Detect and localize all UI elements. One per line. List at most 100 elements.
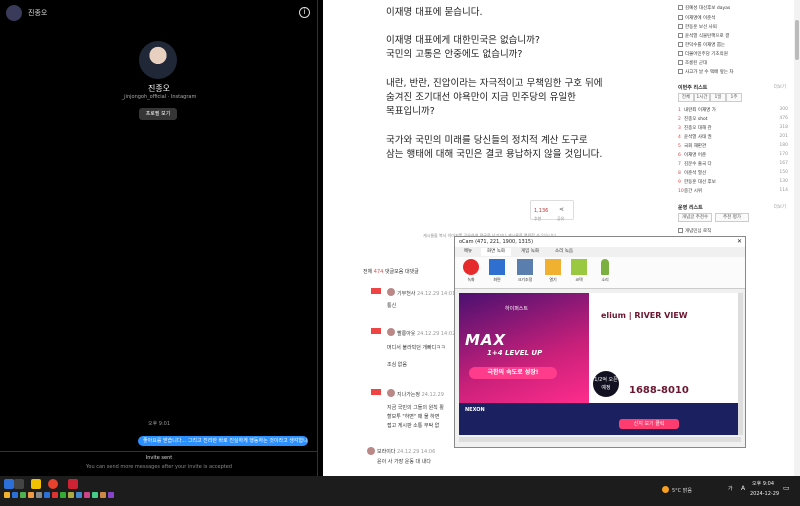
ops-tab-votes[interactable]: 개념글 추천수 <box>678 213 712 222</box>
checkbox-icon[interactable] <box>678 51 683 56</box>
app-icon-11[interactable] <box>92 492 98 498</box>
sidebar-item[interactable]: 한덕수를 이재명 뽑는 <box>678 42 778 49</box>
sound-button[interactable]: 소리 <box>593 259 617 287</box>
rank-item[interactable]: 7 김문수 출국 다 167 <box>678 161 788 168</box>
ops-more-link[interactable]: 더보기 <box>774 204 786 210</box>
sidebar-item[interactable]: 한동훈 보선 사퇴 <box>678 24 778 31</box>
chrome-icon[interactable] <box>48 479 58 489</box>
info-icon[interactable]: i <box>299 7 310 18</box>
avatar[interactable] <box>139 41 177 79</box>
ad-realestate-panel[interactable]: elium | RIVER VIEW 1/2억 오픈 예정 1688-8010 <box>589 293 741 403</box>
sidebar-item[interactable]: 더불어민주당 기초의원 <box>678 51 778 58</box>
ops-tab-rating[interactable]: 추천 평가 <box>715 213 749 222</box>
ops-item[interactable]: 개념민심 로직 <box>678 228 778 235</box>
dm-username[interactable]: 진종오 <box>28 8 47 18</box>
rank-more-link[interactable]: 더보기 <box>774 84 786 90</box>
weather-widget[interactable]: 5°C 맑음 <box>662 486 692 494</box>
rank-item[interactable]: 5 국회 재판관 180 <box>678 143 788 150</box>
avatar-small[interactable] <box>6 5 22 21</box>
comment-author[interactable]: 지나가는정 24.12.29 <box>397 391 444 398</box>
tab-1h[interactable]: 1시간 <box>694 93 710 102</box>
checkbox-icon[interactable] <box>678 33 683 38</box>
clock-date[interactable]: 2024-12-29 <box>750 491 779 497</box>
folder-icon[interactable] <box>4 492 10 498</box>
rank-item[interactable]: 10중간 시위 114 <box>678 188 788 195</box>
comment-name[interactable]: 보라이다 <box>377 449 395 455</box>
codec-button[interactable]: 코덱 <box>567 259 591 287</box>
clock-time[interactable]: 오후 9:04 <box>752 480 774 487</box>
app-icon-7[interactable] <box>60 492 66 498</box>
edge-icon[interactable] <box>12 492 18 498</box>
sidebar-item[interactable]: 조롱된 군대 <box>678 60 778 67</box>
sidebar-item[interactable]: 이재명에 이준석 <box>678 15 778 22</box>
app-icon-9[interactable] <box>76 492 82 498</box>
ad-banner[interactable]: 하이퍼스트 MAX 1+4 LEVEL UP 극한의 속도로 성장! elium… <box>459 293 741 435</box>
rank-item[interactable]: 9 한동훈 대선 후보 130 <box>678 179 788 186</box>
ad-speed-button[interactable]: 극한의 속도로 성장! <box>469 367 557 379</box>
share-label[interactable]: 공유 <box>557 212 564 226</box>
app-icon-4[interactable] <box>36 492 42 498</box>
app-icon-10[interactable] <box>84 492 90 498</box>
app-icon-8[interactable] <box>68 492 74 498</box>
open-button[interactable]: 열기 <box>541 259 565 287</box>
menu-main[interactable]: 메뉴 <box>459 248 477 256</box>
like-label[interactable]: 추천 <box>534 212 541 226</box>
app-icon-3[interactable] <box>28 492 34 498</box>
start-icon[interactable] <box>4 479 14 489</box>
commenter-avatar[interactable] <box>367 447 375 455</box>
close-icon[interactable]: ✕ <box>737 237 742 247</box>
ad-cta-button[interactable]: 신지 보기 클릭 <box>619 419 679 429</box>
checkbox-icon[interactable] <box>678 24 683 29</box>
rank-item[interactable]: 6 이재명 어준 170 <box>678 152 788 159</box>
sidebar-item[interactable]: 윤석열 식물탄핵으로 결 <box>678 33 778 40</box>
checkbox-icon[interactable] <box>678 69 683 74</box>
commenter-avatar[interactable] <box>387 389 395 397</box>
ad-game-panel[interactable]: 하이퍼스트 MAX 1+4 LEVEL UP 극한의 속도로 성장! <box>459 293 589 403</box>
rank-item[interactable]: 8 이준석 열선 150 <box>678 170 788 177</box>
tab-replies[interactable]: 대댓글 <box>405 269 419 275</box>
app-icon-12[interactable] <box>100 492 106 498</box>
tab-1w[interactable]: 1주 <box>726 93 742 102</box>
app-icon-5[interactable] <box>44 492 50 498</box>
comment-name[interactable]: 빨릉아웃 <box>397 331 415 337</box>
commenter-avatar[interactable] <box>387 288 395 296</box>
tab-1d[interactable]: 1일 <box>710 93 726 102</box>
app-icon[interactable] <box>68 479 78 489</box>
commenter-avatar[interactable] <box>387 328 395 336</box>
checkbox-icon[interactable] <box>678 228 683 233</box>
comment-author[interactable]: 기부천사 24.12.29 14:01 <box>397 290 455 297</box>
rank-item[interactable]: 1 내란죄 이재명 가 300 <box>678 107 788 114</box>
tab-game-record[interactable]: 게임 녹화 <box>515 248 545 256</box>
notification-icon[interactable]: ▭ <box>783 484 790 492</box>
tab-screen-record[interactable]: 화면 녹화 <box>481 248 511 256</box>
rank-item[interactable]: 4 윤석열 사태 권 201 <box>678 134 788 141</box>
sent-message-bubble[interactable]: 좋아요를 받습니다... 그리고 진리란 바로 진실하게 행동하는 것이라고 생… <box>138 436 308 446</box>
checkbox-icon[interactable] <box>678 15 683 20</box>
app-icon-13[interactable] <box>108 492 114 498</box>
ocam-horizontal-scrollbar[interactable] <box>459 437 741 442</box>
view-profile-button[interactable]: 프로필 보기 <box>139 108 177 120</box>
ime-indicator[interactable]: 가 <box>728 485 733 492</box>
checkbox-icon[interactable] <box>678 60 683 65</box>
tab-all[interactable]: 전체 <box>678 93 694 102</box>
tab-sound-record[interactable]: 소리 녹음 <box>549 248 579 256</box>
comment-author[interactable]: 빨릉아웃 24.12.29 14:02 <box>397 330 455 337</box>
scrollbar-thumb[interactable] <box>795 20 799 60</box>
record-button[interactable]: 녹화 <box>459 259 483 287</box>
ocam-vertical-scrollbar[interactable] <box>738 293 743 435</box>
ad-nexon-banner[interactable]: NEXON 신지 보기 클릭 <box>459 403 741 435</box>
search-icon[interactable] <box>14 479 24 489</box>
comment-author[interactable]: 보라이다 24.12.29 14:06 <box>377 448 435 455</box>
resize-button[interactable]: 크기조정 <box>513 259 537 287</box>
input-mode[interactable]: A <box>741 485 745 492</box>
rank-item[interactable]: 2 진종오 shot 476 <box>678 116 788 123</box>
checkbox-icon[interactable] <box>678 42 683 47</box>
sidebar-item[interactable]: 사고가 날 수 택배 앞는 차 <box>678 69 778 76</box>
app-icon-6[interactable] <box>52 492 58 498</box>
sidebar-item[interactable]: 김예성 대선후보 dayas <box>678 5 778 12</box>
app-icon-2[interactable] <box>20 492 26 498</box>
browser-scrollbar[interactable] <box>794 0 800 476</box>
checkbox-icon[interactable] <box>678 5 683 10</box>
screen-button[interactable]: 화면 <box>485 259 509 287</box>
comment-name[interactable]: 기부천사 <box>397 291 415 297</box>
